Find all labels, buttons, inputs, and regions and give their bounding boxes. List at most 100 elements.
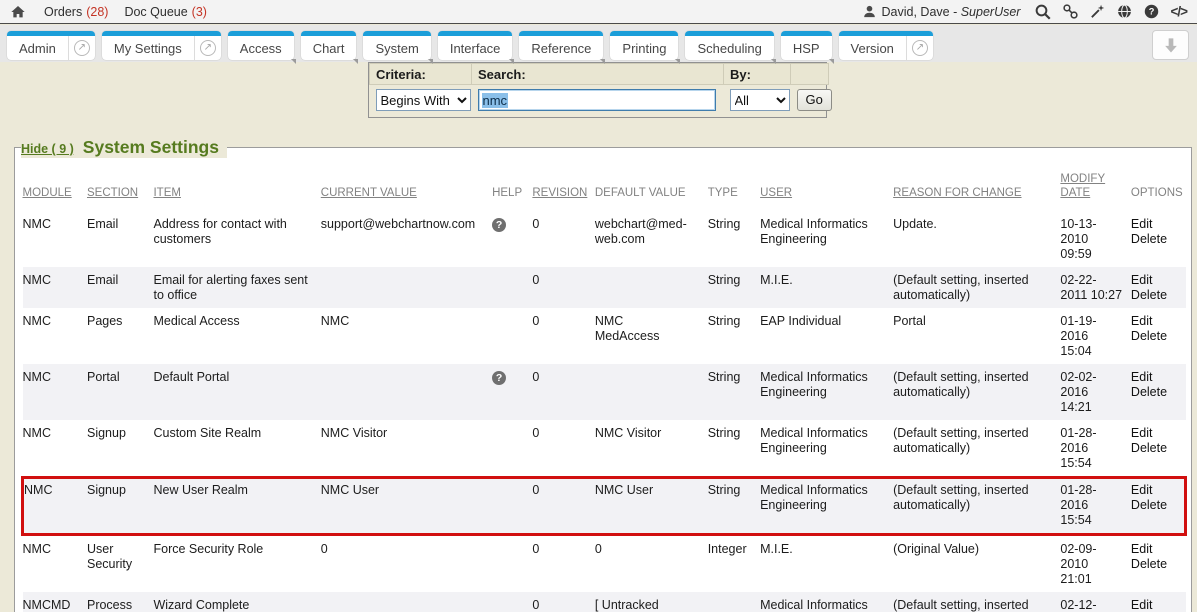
column-header-module[interactable]: MODULE (23, 160, 87, 211)
cell-current-value: support@webchartnow.com (321, 211, 492, 267)
tab-chart[interactable]: Chart (301, 31, 357, 60)
go-button[interactable]: Go (797, 89, 832, 111)
edit-link[interactable]: Edit (1131, 217, 1178, 232)
nav-doc-queue-count: (3) (192, 5, 207, 19)
cell-current-value: NMC (321, 308, 492, 364)
tab-bar: Admin↗My Settings↗AccessChartSystemInter… (0, 25, 1197, 62)
tab-launch-button[interactable]: ↗ (906, 36, 933, 60)
tab-label: Admin (7, 41, 68, 56)
by-select[interactable]: All (730, 89, 790, 111)
delete-link[interactable]: Delete (1131, 385, 1178, 400)
cell-item: Email for alerting faxes sent to office (153, 267, 320, 308)
cell-type: String (708, 420, 760, 478)
tab-label: Scheduling (685, 41, 773, 56)
arrow-down-icon (1161, 35, 1181, 55)
cell-current-value: NMC User (321, 477, 492, 534)
delete-link[interactable]: Delete (1131, 441, 1178, 456)
nav-orders-label: Orders (44, 5, 82, 19)
tab-printing[interactable]: Printing (610, 31, 678, 60)
tab-interface[interactable]: Interface (438, 31, 513, 60)
cell-section: Email (87, 267, 154, 308)
cell-reason: (Default setting, inserted automatically… (893, 592, 1060, 612)
help-icon[interactable] (492, 218, 506, 232)
topbar-right: David, Dave - SuperUser ? </> (862, 3, 1187, 21)
code-icon[interactable]: </> (1170, 4, 1187, 19)
tab-admin[interactable]: Admin ↗ (7, 31, 95, 60)
table-row: NMCPortalDefault Portal0StringMedical In… (23, 364, 1186, 420)
column-header-options: OPTIONS (1131, 160, 1186, 211)
edit-link[interactable]: Edit (1131, 314, 1178, 329)
edit-link[interactable]: Edit (1131, 273, 1178, 288)
cell-modify-date: 01-28-201615:54 (1060, 477, 1131, 534)
delete-link[interactable]: Delete (1131, 232, 1178, 247)
cell-module: NMC (23, 420, 87, 478)
tab-launch-button[interactable]: ↗ (68, 36, 95, 60)
cell-default-value: NMC User (595, 477, 708, 534)
column-header-revision[interactable]: REVISION (532, 160, 594, 211)
help-icon[interactable]: ? (1143, 3, 1160, 20)
column-header-section[interactable]: SECTION (87, 160, 154, 211)
search-input[interactable]: nmc (478, 89, 716, 111)
tab-access[interactable]: Access (228, 31, 294, 60)
user-role: SuperUser (961, 5, 1021, 19)
cell-modify-date: 02-02-201614:21 (1060, 364, 1131, 420)
cell-default-value: [ UntrackedSetting ] (595, 592, 708, 612)
delete-link[interactable]: Delete (1131, 498, 1176, 513)
cell-module: NMC (23, 364, 87, 420)
column-header-reason-for-change[interactable]: REASON FOR CHANGE (893, 160, 1060, 211)
cell-default-value: 0 (595, 534, 708, 592)
delete-link[interactable]: Delete (1131, 557, 1178, 572)
tab-label: Reference (519, 41, 603, 56)
column-header-item[interactable]: ITEM (153, 160, 320, 211)
cell-module: NMC (23, 267, 87, 308)
globe-icon[interactable] (1116, 3, 1133, 20)
search-icon[interactable] (1034, 3, 1052, 21)
cell-help (492, 534, 532, 592)
tab-hsp[interactable]: HSP (781, 31, 832, 60)
cell-type: String (708, 308, 760, 364)
user-name: David, Dave - SuperUser (882, 5, 1021, 19)
link-icon[interactable] (1062, 3, 1079, 20)
column-header-default-value: DEFAULT VALUE (595, 160, 708, 211)
delete-link[interactable]: Delete (1131, 288, 1178, 303)
tab-scheduling[interactable]: Scheduling (685, 31, 773, 60)
tab-system[interactable]: System (363, 31, 430, 60)
column-header-current-value[interactable]: CURRENT VALUE (321, 160, 492, 211)
cell-modify-date: 10-13-201009:59 (1060, 211, 1131, 267)
criteria-select[interactable]: Begins With (376, 89, 471, 111)
cell-type: String (708, 267, 760, 308)
tab-launch-button[interactable]: ↗ (194, 36, 221, 60)
column-header-user[interactable]: USER (760, 160, 893, 211)
scroll-down-button[interactable] (1152, 30, 1189, 60)
cell-options: EditDelete (1131, 592, 1186, 612)
edit-link[interactable]: Edit (1131, 483, 1176, 498)
nav-doc-queue[interactable]: Doc Queue (3) (124, 5, 207, 19)
cell-revision: 0 (532, 308, 594, 364)
edit-link[interactable]: Edit (1131, 370, 1178, 385)
hide-toggle-link[interactable]: Hide ( 9 ) (21, 142, 74, 156)
help-icon[interactable] (492, 371, 506, 385)
column-header-type: TYPE (708, 160, 760, 211)
tab-reference[interactable]: Reference (519, 31, 603, 60)
nav-orders[interactable]: Orders (28) (44, 5, 108, 19)
cell-modify-date: 02-22-2011 10:27 (1060, 267, 1131, 308)
delete-link[interactable]: Delete (1131, 329, 1178, 344)
edit-link[interactable]: Edit (1131, 598, 1178, 612)
cell-revision: 0 (532, 211, 594, 267)
table-row: NMCSignupNew User RealmNMC User0NMC User… (23, 477, 1186, 534)
edit-link[interactable]: Edit (1131, 542, 1178, 557)
cell-item: Address for contact with customers (153, 211, 320, 267)
launch-arrow-icon: ↗ (74, 40, 90, 56)
wand-icon[interactable] (1089, 3, 1106, 20)
edit-link[interactable]: Edit (1131, 426, 1178, 441)
cell-reason: Portal (893, 308, 1060, 364)
home-button[interactable] (10, 4, 26, 20)
tab-my-settings[interactable]: My Settings↗ (102, 31, 221, 60)
column-header-modify-date[interactable]: MODIFY DATE (1060, 160, 1131, 211)
tab-version[interactable]: Version↗ (839, 31, 933, 60)
cell-user: M.I.E. (760, 534, 893, 592)
system-settings-section: Hide ( 9 ) System Settings MODULESECTION… (14, 137, 1192, 612)
user-chip: David, Dave - SuperUser (862, 4, 1021, 19)
cell-module: NMCMD (23, 592, 87, 612)
person-icon (862, 4, 877, 19)
